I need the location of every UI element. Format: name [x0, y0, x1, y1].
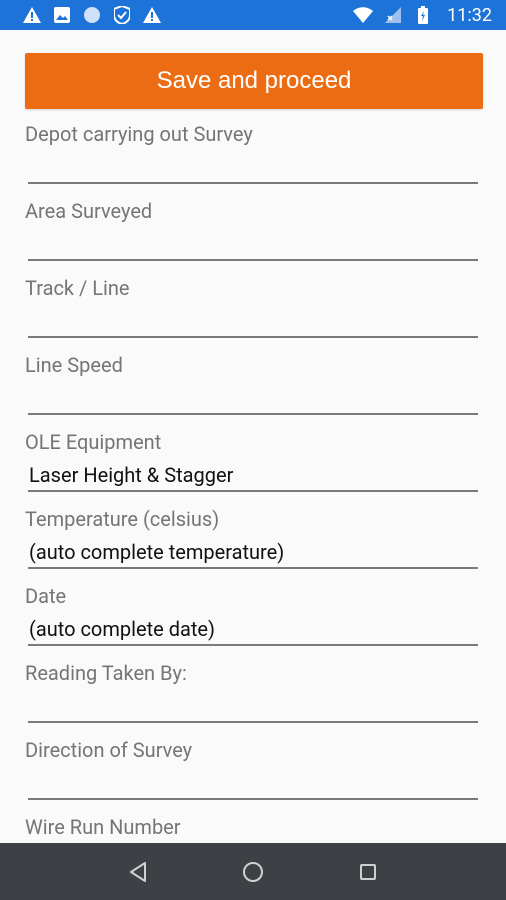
field-label: Reading Taken By: [25, 661, 187, 685]
warning-icon [22, 5, 42, 25]
circle-icon [82, 5, 102, 25]
status-time: 11:32 [447, 4, 492, 26]
field-underline [28, 798, 478, 800]
field-label: OLE Equipment [25, 430, 162, 454]
field-underline [28, 644, 478, 646]
field-label: Depot carrying out Survey [25, 122, 253, 146]
field-label: Temperature (celsius) [25, 507, 220, 531]
signal-icon [383, 5, 403, 25]
field-underline [28, 259, 478, 261]
status-bar: 11:32 [0, 0, 506, 30]
survey-form: Save and proceed Depot carrying out Surv… [0, 30, 506, 843]
field-input[interactable]: (auto complete date) [29, 617, 215, 641]
field-label: Track / Line [25, 276, 130, 300]
field-label: Line Speed [25, 353, 123, 377]
image-icon [52, 5, 72, 25]
field-underline [28, 567, 478, 569]
field-input[interactable]: Laser Height & Stagger [29, 463, 233, 487]
navigation-bar [0, 843, 506, 900]
wifi-icon [353, 5, 374, 25]
back-icon[interactable] [118, 852, 158, 892]
battery-icon [413, 5, 433, 25]
field-input[interactable]: (auto complete temperature) [29, 540, 284, 564]
field-label: Date [25, 584, 67, 608]
field-underline [28, 182, 478, 184]
field-label: Area Surveyed [25, 199, 153, 223]
status-left-icons [22, 5, 162, 25]
field-label: Direction of Survey [25, 738, 193, 762]
status-right-icons: 11:32 [353, 5, 492, 26]
field-underline [28, 721, 478, 723]
warning-icon [142, 5, 162, 25]
field-label: Wire Run Number [25, 815, 181, 839]
save-and-proceed-button[interactable]: Save and proceed [25, 53, 483, 109]
field-underline [28, 413, 478, 415]
shield-icon [112, 5, 132, 25]
field-underline [28, 490, 478, 492]
recents-icon[interactable] [348, 852, 388, 892]
home-icon[interactable] [233, 852, 273, 892]
field-underline [28, 336, 478, 338]
